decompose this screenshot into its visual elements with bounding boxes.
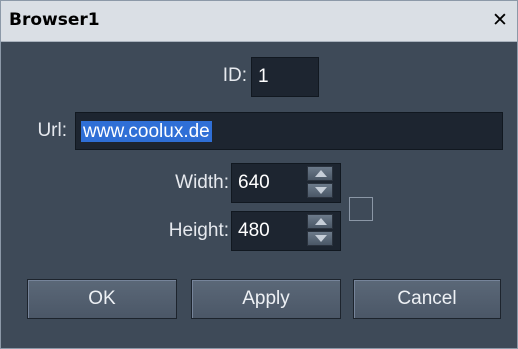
arrow-up-icon[interactable]	[307, 214, 333, 229]
width-label: Width:	[175, 172, 229, 193]
cancel-button[interactable]: Cancel	[353, 279, 501, 319]
browser-dialog: Browser1 ✕ ID: 1 Url: www.coolux.de Widt…	[0, 0, 518, 349]
arrow-down-icon[interactable]	[307, 183, 333, 198]
id-value: 1	[258, 66, 269, 87]
width-value: 640	[238, 172, 270, 193]
aspect-lock-checkbox[interactable]	[349, 197, 373, 221]
id-field[interactable]: 1	[251, 57, 319, 97]
window-title: Browser1	[9, 10, 100, 30]
id-label: ID:	[222, 65, 247, 86]
height-value: 480	[238, 220, 270, 241]
url-value: www.coolux.de	[81, 121, 212, 142]
apply-button[interactable]: Apply	[191, 279, 341, 319]
arrow-down-icon[interactable]	[307, 231, 333, 246]
height-spinner	[306, 213, 336, 249]
close-icon[interactable]: ✕	[489, 9, 511, 31]
url-label: Url:	[37, 120, 67, 141]
height-label: Height:	[168, 220, 229, 241]
title-bar[interactable]: Browser1 ✕	[1, 1, 517, 42]
ok-button[interactable]: OK	[27, 279, 177, 319]
arrow-up-icon[interactable]	[307, 166, 333, 181]
width-spinner	[306, 165, 336, 201]
url-field[interactable]: www.coolux.de	[75, 112, 503, 150]
